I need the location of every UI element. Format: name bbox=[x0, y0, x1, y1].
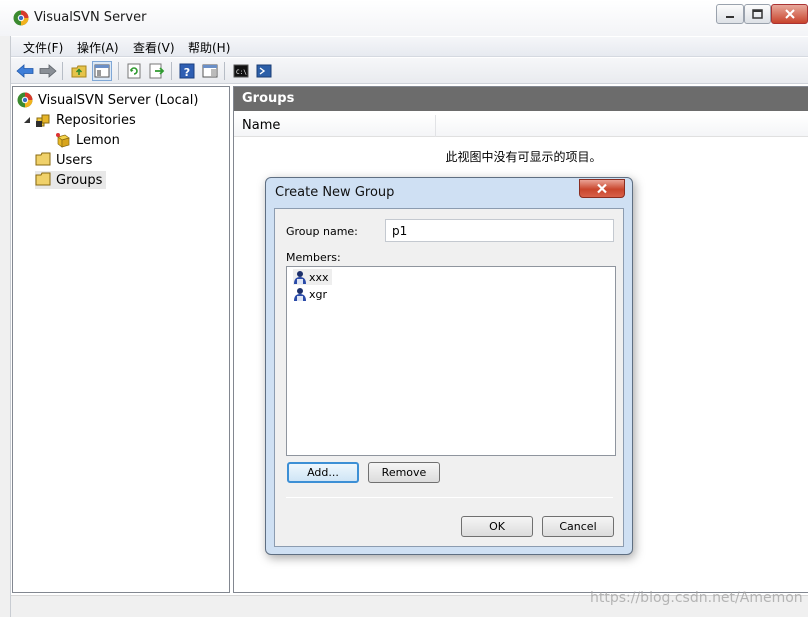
remove-member-button[interactable]: Remove bbox=[368, 462, 440, 483]
tree-item-repo-lemon[interactable]: Lemon bbox=[55, 131, 120, 149]
list-item[interactable]: xxx bbox=[293, 269, 332, 285]
menu-bar: 文件(F) 操作(A) 查看(V) 帮助(H) bbox=[11, 37, 808, 57]
toolbar-separator bbox=[118, 62, 119, 80]
export-list-icon[interactable] bbox=[147, 61, 167, 81]
members-list[interactable]: xxx xgr bbox=[286, 266, 616, 456]
member-name: xxx bbox=[309, 270, 329, 284]
repositories-icon bbox=[35, 112, 51, 128]
maximize-button[interactable] bbox=[744, 4, 771, 24]
add-member-button[interactable]: Add... bbox=[287, 462, 359, 483]
member-name: xgr bbox=[309, 287, 328, 301]
tree-item-groups[interactable]: Groups bbox=[35, 171, 107, 189]
create-group-dialog: Create New Group Group name: Members: xx… bbox=[265, 177, 633, 555]
dialog-body: Group name: Members: xxx xgr Add... Remo… bbox=[274, 208, 624, 547]
folder-icon bbox=[35, 172, 51, 188]
svg-text:C:\: C:\ bbox=[236, 69, 247, 76]
dialog-title: Create New Group bbox=[275, 185, 395, 200]
cancel-button[interactable]: Cancel bbox=[542, 516, 614, 537]
list-item[interactable]: xgr bbox=[293, 286, 327, 302]
column-header-name[interactable]: Name bbox=[234, 115, 436, 137]
user-icon bbox=[293, 270, 306, 284]
powershell-icon[interactable] bbox=[254, 61, 274, 81]
tree-item-users[interactable]: Users bbox=[35, 151, 92, 169]
tree-item-label: Users bbox=[56, 152, 93, 168]
tree-item-server-root[interactable]: VisualSVN Server (Local) bbox=[17, 91, 198, 109]
console-icon[interactable]: C:\ bbox=[231, 61, 251, 81]
toolbar-separator bbox=[224, 62, 225, 80]
watermark: https://blog.csdn.net/Amemon bbox=[590, 590, 803, 606]
dialog-close-button[interactable] bbox=[579, 179, 625, 198]
forward-arrow-icon[interactable] bbox=[38, 61, 58, 81]
tree-pane: VisualSVN Server (Local) Repositories Le… bbox=[12, 86, 230, 593]
menu-file[interactable]: 文件(F) bbox=[23, 39, 63, 56]
up-folder-icon[interactable] bbox=[69, 61, 89, 81]
toolbar: ? C:\ bbox=[11, 58, 808, 84]
show-hide-tree-icon[interactable] bbox=[92, 61, 112, 81]
tree-item-label: Groups bbox=[56, 172, 103, 188]
action-pane-icon[interactable] bbox=[200, 61, 220, 81]
help-icon[interactable]: ? bbox=[177, 61, 197, 81]
visualsvn-logo-icon bbox=[17, 92, 33, 108]
toolbar-separator bbox=[62, 62, 63, 80]
window-title: VisualSVN Server bbox=[34, 10, 147, 25]
folder-icon bbox=[35, 152, 51, 168]
window-left-edge bbox=[0, 36, 11, 617]
group-name-input[interactable] bbox=[385, 219, 614, 242]
members-label: Members: bbox=[286, 251, 341, 264]
dialog-separator bbox=[286, 497, 613, 498]
group-name-label: Group name: bbox=[286, 225, 358, 238]
tree-item-repositories[interactable]: Repositories bbox=[23, 111, 136, 129]
minimize-button[interactable] bbox=[716, 4, 744, 24]
visualsvn-logo-icon bbox=[13, 10, 29, 26]
svg-text:?: ? bbox=[184, 66, 190, 79]
tree-item-label: Lemon bbox=[76, 132, 120, 148]
refresh-icon[interactable] bbox=[124, 61, 144, 81]
tree-item-label: Repositories bbox=[56, 112, 136, 128]
ok-button[interactable]: OK bbox=[461, 516, 533, 537]
expand-triangle-icon[interactable] bbox=[23, 113, 35, 128]
menu-action[interactable]: 操作(A) bbox=[77, 39, 119, 56]
toolbar-separator bbox=[171, 62, 172, 80]
menu-help[interactable]: 帮助(H) bbox=[188, 39, 230, 56]
close-icon bbox=[597, 183, 607, 194]
list-column-header: Name bbox=[234, 115, 808, 137]
title-bar: VisualSVN Server bbox=[0, 0, 808, 36]
user-icon bbox=[293, 287, 306, 301]
repository-icon bbox=[55, 132, 71, 148]
close-window-button[interactable] bbox=[771, 4, 808, 24]
pane-header: Groups bbox=[234, 87, 808, 111]
menu-view[interactable]: 查看(V) bbox=[133, 39, 175, 56]
empty-list-message: 此视图中没有可显示的项目。 bbox=[445, 150, 602, 164]
tree-item-label: VisualSVN Server (Local) bbox=[38, 92, 199, 108]
back-arrow-icon[interactable] bbox=[15, 61, 35, 81]
